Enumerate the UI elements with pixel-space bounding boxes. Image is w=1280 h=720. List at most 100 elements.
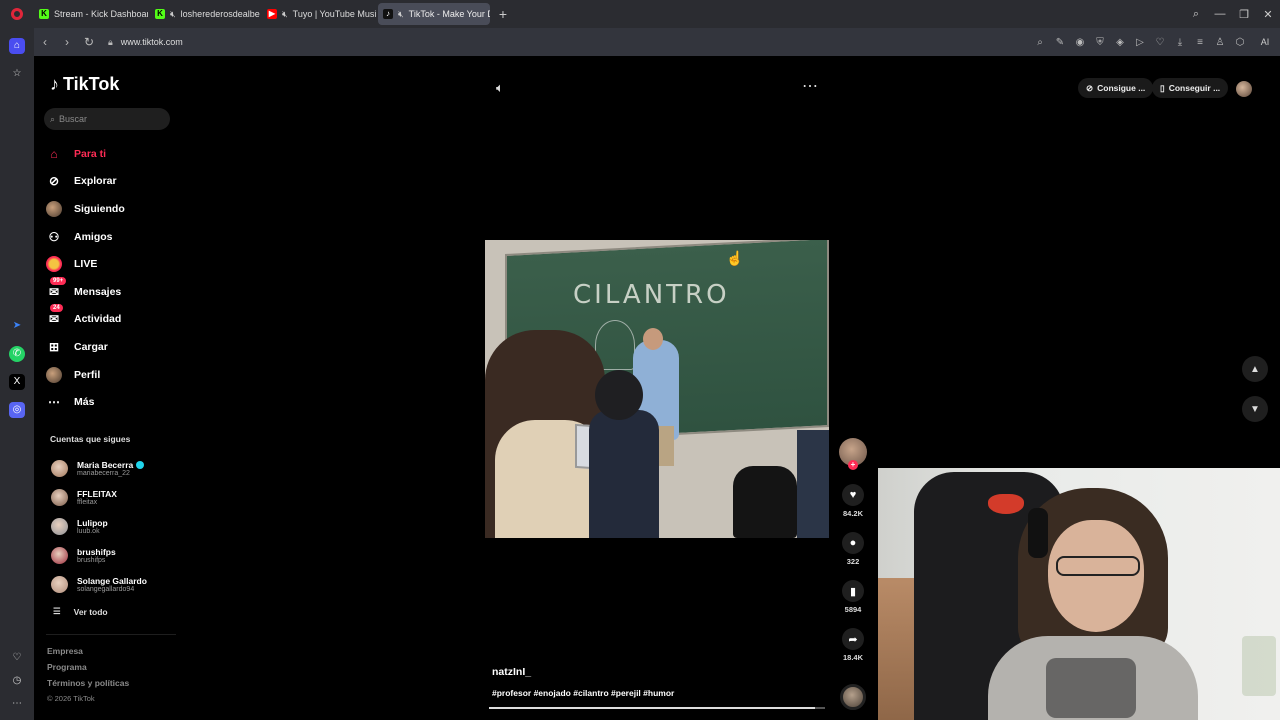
video-hashtags[interactable]: #profesor #enojado #cilantro #perejil #h…: [492, 688, 674, 698]
video-progress-fill: [489, 707, 815, 709]
tab-favicon-icon: K: [155, 9, 165, 19]
account-handle: mariabecerra_22: [77, 470, 130, 477]
restore-button[interactable]: ❐: [1232, 8, 1256, 21]
following-account[interactable]: Lulipop luub.ok: [51, 512, 147, 541]
student-middle-body: [589, 410, 659, 538]
nav-item[interactable]: ✉ 99+ Mensajes: [46, 276, 125, 306]
like-button[interactable]: ♥: [842, 484, 864, 506]
nav-item[interactable]: LIVE: [46, 250, 125, 278]
back-button[interactable]: ‹: [34, 35, 56, 49]
favorites-icon[interactable]: ♡: [9, 650, 25, 666]
account-avatar: [51, 489, 68, 506]
browser-sidebar: ⌂ ☆ ➤ ✆ X ◎ ♡ ◷ ⋯: [0, 28, 34, 720]
following-account[interactable]: Maria Becerra mariabecerra_22: [51, 454, 147, 483]
search-tabs-icon[interactable]: ⌕: [1184, 8, 1208, 21]
nav-item[interactable]: ⊘ Explorar: [46, 168, 125, 196]
video-progress-bar[interactable]: [489, 707, 825, 709]
account-name-text: Lulipop: [77, 518, 108, 528]
nav-item[interactable]: ⚇ Amigos: [46, 223, 125, 251]
bookmark-button[interactable]: ▮: [842, 580, 864, 602]
get-app-button[interactable]: ▯ Conseguir ...: [1152, 78, 1229, 98]
account-name-text: brushifps: [77, 547, 116, 557]
following-account[interactable]: Solange Gallardo solangegallardo94: [51, 570, 147, 599]
browser-tab[interactable]: K 🔇︎ losherederosdealberdi: [150, 3, 260, 25]
nav-item-label: Siguiendo: [74, 202, 125, 215]
tab-muted-icon[interactable]: 🔇︎: [170, 9, 176, 20]
video-author[interactable]: natzInI_: [492, 666, 531, 678]
creator-avatar[interactable]: +: [839, 438, 867, 470]
x-icon[interactable]: X: [9, 374, 25, 390]
new-tab-button[interactable]: +: [492, 6, 514, 22]
sidebar-more-icon[interactable]: ⋯: [9, 696, 25, 712]
nav-item[interactable]: ✉ 24 Actividad: [46, 304, 125, 334]
account-avatar: [51, 518, 68, 535]
browser-tab[interactable]: ♪ 🔇︎ TikTok - Make Your Da: [378, 3, 490, 25]
home-speed-dial-icon[interactable]: ⌂: [9, 38, 25, 54]
sidebar-divider: [46, 634, 176, 635]
nav-item[interactable]: ⌂ Para ti: [46, 140, 125, 168]
notification-badge: 99+: [50, 276, 67, 285]
minimize-button[interactable]: —: [1208, 8, 1232, 20]
download-icon[interactable]: ⤓: [1170, 37, 1190, 48]
edit-icon[interactable]: ✎: [1050, 37, 1070, 48]
nav-item[interactable]: Perfil: [46, 361, 125, 389]
nav-item[interactable]: ⊞ Cargar: [46, 333, 125, 361]
upload-icon: ⊞: [48, 339, 60, 354]
browser-tab[interactable]: ▶ 🔇︎ Tuyo | YouTube Music: [262, 3, 376, 25]
search-input[interactable]: ⌕ Buscar: [44, 108, 170, 130]
tiktok-note-icon: ♪: [50, 74, 59, 94]
vpn-icon[interactable]: ◈: [1110, 37, 1130, 48]
bookmarks-icon[interactable]: ☆: [9, 66, 25, 82]
footer-link-terms[interactable]: Términos y políticas: [47, 678, 129, 688]
following-account[interactable]: FFLEITAX ffleitax: [51, 483, 147, 512]
see-all-button[interactable]: ☰ Ver todo: [53, 606, 108, 617]
nav-item[interactable]: Siguiendo: [46, 195, 125, 223]
tab-label: Tuyo | YouTube Music: [292, 9, 376, 19]
tab-muted-icon[interactable]: 🔇︎: [282, 9, 288, 20]
whatsapp-icon[interactable]: ✆: [9, 346, 25, 362]
backpack: [733, 466, 797, 538]
shield-icon[interactable]: ⛨: [1090, 37, 1110, 48]
ai-button[interactable]: AI: [1250, 37, 1280, 47]
reload-button[interactable]: ↻: [78, 35, 100, 49]
history-icon[interactable]: ◷: [9, 673, 25, 689]
browser-tab[interactable]: K Stream - Kick Dashboard: [34, 3, 148, 25]
account-name-text: Maria Becerra: [77, 460, 134, 470]
close-window-button[interactable]: ✕: [1256, 8, 1280, 21]
music-disc-avatar[interactable]: [840, 684, 866, 710]
extensions-icon[interactable]: ⬡: [1230, 37, 1250, 48]
user-avatar[interactable]: [1236, 81, 1252, 97]
previous-video-button[interactable]: ▲: [1242, 356, 1268, 382]
messenger-icon[interactable]: ➤: [9, 318, 25, 334]
volume-icon[interactable]: 🔈︎: [496, 80, 504, 96]
forward-button[interactable]: ›: [56, 35, 78, 49]
account-name: FFLEITAX: [77, 489, 117, 499]
get-coins-button[interactable]: ⊘ Consigue ...: [1078, 78, 1154, 98]
share-button[interactable]: ➦: [842, 628, 864, 650]
home-icon: ⌂: [50, 146, 58, 161]
url-field[interactable]: 🔒︎ www.tiktok.com: [108, 37, 183, 48]
camera-icon[interactable]: ◉: [1070, 37, 1090, 48]
account-handle: solangegallardo94: [77, 586, 135, 593]
nav-item[interactable]: ⋯ Más: [46, 388, 125, 416]
menu-icon[interactable]: ≡: [1190, 37, 1210, 48]
video-player[interactable]: CILANTRO: [485, 240, 829, 538]
footer-link-program[interactable]: Programa: [47, 662, 129, 672]
tab-muted-icon[interactable]: 🔇︎: [398, 9, 404, 20]
profile-icon[interactable]: ♙: [1210, 37, 1230, 48]
comment-button[interactable]: ●: [842, 532, 864, 554]
discord-icon[interactable]: ◎: [9, 402, 25, 418]
zoom-icon[interactable]: ⌕: [1030, 37, 1050, 48]
heart-outline-icon[interactable]: ♡: [1150, 37, 1170, 48]
play-icon[interactable]: ▷: [1130, 37, 1150, 48]
footer-link-company[interactable]: Empresa: [47, 646, 129, 656]
activity-icon: ✉ 24: [46, 304, 63, 327]
account-avatar: [51, 576, 68, 593]
follow-plus-icon[interactable]: +: [848, 460, 858, 470]
drinking-glass: [1242, 636, 1276, 696]
next-video-button[interactable]: ▼: [1242, 396, 1268, 422]
tiktok-logo[interactable]: ♪ TikTok: [50, 74, 119, 95]
opera-logo-icon[interactable]: [0, 0, 34, 28]
video-more-options-icon[interactable]: ⋯: [802, 76, 819, 96]
following-account[interactable]: brushifps brushifps: [51, 541, 147, 570]
